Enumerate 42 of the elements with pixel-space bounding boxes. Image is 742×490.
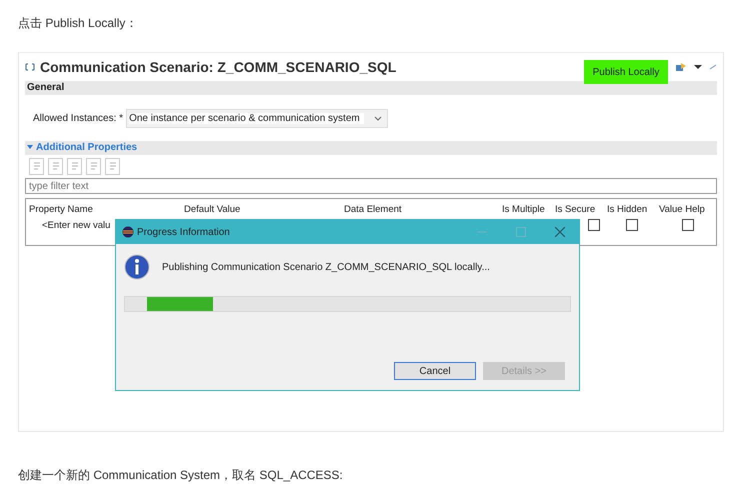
list-icon — [32, 161, 40, 171]
editor-title: Communication Scenario: Z_COMM_SCENARIO_SQL — [40, 59, 396, 75]
list-icon — [52, 161, 60, 171]
publish-button[interactable]: Publish Locally — [584, 60, 668, 84]
list-icon — [90, 161, 98, 171]
close-icon[interactable] — [555, 227, 565, 237]
minimize-icon[interactable] — [709, 64, 717, 70]
app-logo-icon — [122, 226, 134, 238]
checkbox[interactable] — [588, 219, 600, 231]
toolbar-button[interactable] — [48, 158, 63, 174]
checkbox[interactable] — [682, 219, 694, 231]
column-header: Is Secure — [554, 204, 596, 214]
chevron-icon — [374, 116, 382, 120]
toolbar-button[interactable] — [105, 158, 120, 174]
toolbar-icon[interactable] — [675, 62, 687, 72]
table-cell-text: <Enter new valu — [41, 220, 112, 230]
section-header: General — [25, 81, 717, 95]
instances-dropdown[interactable]: One instance per scenario & communication system — [126, 108, 388, 128]
column-header: Default Value — [183, 204, 242, 214]
column-header: Is Multiple — [501, 204, 546, 214]
dialog-title: Progress Information — [137, 226, 230, 238]
list-icon — [70, 161, 78, 171]
paragraph: 点击 Publish Locally： — [18, 15, 138, 31]
dialog-button[interactable]: Cancel — [394, 362, 476, 380]
column-header: Data Element — [343, 204, 403, 214]
checkbox[interactable] — [626, 219, 638, 231]
toolbar-button[interactable] — [67, 158, 82, 174]
paragraph: 创建一个新的 Communication System，取名 SQL_ACCESS: — [18, 467, 344, 483]
list-icon — [108, 161, 116, 171]
expand-arrow-icon — [27, 145, 33, 150]
column-header: Value Help — [658, 204, 706, 214]
info-icon — [124, 254, 150, 280]
filter-field[interactable]: type filter text — [25, 178, 717, 194]
column-header: Is Hidden — [606, 204, 648, 214]
dropdown-caret-icon[interactable] — [694, 64, 702, 70]
field-label: Allowed Instances: * — [33, 112, 124, 124]
section-header[interactable]: Additional Properties — [25, 141, 717, 155]
column-header: Property Name — [28, 204, 94, 214]
toolbar-button[interactable] — [86, 158, 101, 174]
scenario-icon — [25, 63, 35, 71]
toolbar-button[interactable] — [29, 158, 44, 174]
progress-message: Publishing Communication Scenario Z_COMM_SCENARIO_SQL locally... — [162, 262, 490, 272]
